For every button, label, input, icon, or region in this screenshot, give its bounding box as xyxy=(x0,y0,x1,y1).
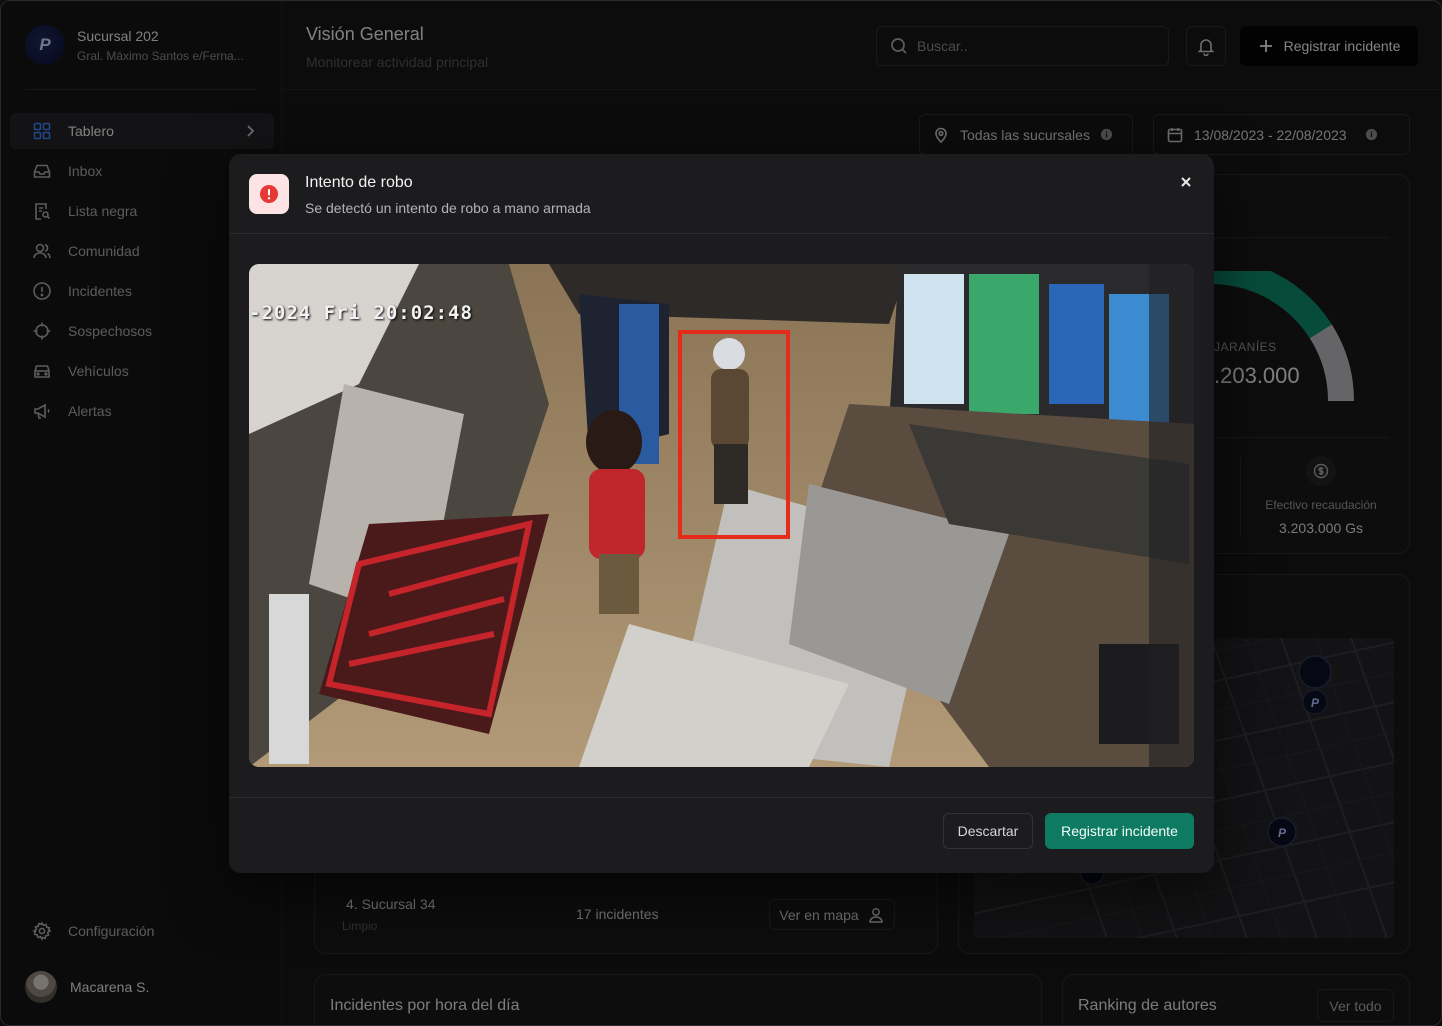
detection-bounding-box xyxy=(678,330,790,539)
modal-register-incident-button[interactable]: Registrar incidente xyxy=(1045,813,1194,849)
close-icon[interactable] xyxy=(1176,172,1196,192)
incident-modal: Intento de robo Se detectó un intento de… xyxy=(229,154,1214,873)
divider xyxy=(229,233,1214,234)
app-window: P Sucursal 202 Gral. Máximo Santos e/Fer… xyxy=(0,0,1442,1026)
modal-title: Intento de robo xyxy=(305,174,413,191)
cctv-video-frame[interactable]: -2024 Fri 20:02:48 xyxy=(249,264,1194,767)
alert-icon-badge xyxy=(249,174,289,214)
discard-button[interactable]: Descartar xyxy=(943,813,1033,849)
video-timestamp: -2024 Fri 20:02:48 xyxy=(249,302,473,324)
divider xyxy=(229,797,1214,798)
modal-description: Se detectó un intento de robo a mano arm… xyxy=(305,200,591,216)
alert-icon xyxy=(260,185,278,203)
